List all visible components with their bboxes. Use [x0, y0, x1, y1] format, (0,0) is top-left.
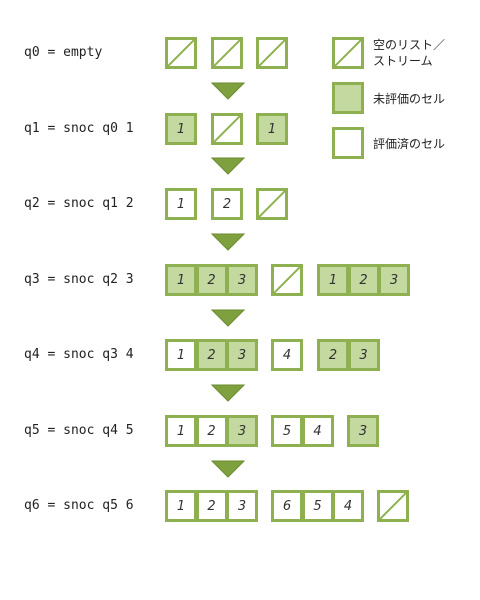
down-arrow-icon	[210, 233, 246, 255]
legend-empty-swatch	[332, 37, 364, 69]
cell-value: 3	[359, 347, 368, 363]
cell-value: 2	[207, 272, 216, 288]
row-label: q0 = empty	[24, 45, 103, 60]
evaluated-cell: 6	[271, 490, 303, 522]
empty-stream-cell	[377, 490, 409, 522]
cell-value: 1	[328, 272, 338, 288]
row-label: q2 = snoc q1 2	[24, 196, 134, 211]
cell-value: 4	[313, 423, 322, 439]
row-label: q4 = snoc q3 4	[24, 347, 134, 362]
cell-value: 2	[207, 498, 216, 514]
down-arrow-icon	[210, 309, 246, 331]
evaluated-cell: 1	[165, 490, 197, 522]
cell-value: 6	[282, 498, 292, 514]
evaluated-cell: 2	[195, 490, 228, 522]
empty-slash-icon	[259, 191, 285, 217]
legend-unevaluated-swatch	[332, 82, 364, 114]
cell-value: 3	[237, 423, 247, 439]
unevaluated-cell: 1	[256, 113, 288, 145]
empty-stream-cell	[211, 113, 243, 145]
empty-stream-cell	[165, 37, 197, 69]
row-label: q3 = snoc q2 3	[24, 272, 134, 287]
cell-value: 1	[267, 121, 277, 137]
evaluated-cell: 3	[226, 490, 258, 522]
unevaluated-cell: 3	[226, 264, 258, 296]
empty-slash-icon	[274, 267, 300, 293]
cell-value: 3	[389, 272, 399, 288]
cell-value: 1	[176, 423, 186, 439]
cell-value: 1	[176, 347, 186, 363]
cell-value: 4	[282, 347, 292, 363]
unevaluated-cell: 3	[347, 339, 380, 371]
empty-slash-icon	[259, 40, 285, 66]
evaluated-cell: 1	[165, 415, 197, 447]
row-label: q6 = snoc q5 6	[24, 498, 134, 513]
evaluated-cell: 4	[271, 339, 303, 371]
cell-value: 2	[207, 423, 216, 439]
down-arrow-icon	[210, 157, 246, 179]
evaluated-cell: 5	[271, 415, 303, 447]
down-arrow-icon	[210, 384, 246, 406]
empty-slash-icon	[334, 39, 362, 67]
empty-stream-cell	[211, 37, 243, 69]
cell-value: 3	[237, 272, 247, 288]
unevaluated-cell: 3	[347, 415, 379, 447]
down-arrow-icon	[210, 460, 246, 482]
cell-value: 3	[237, 347, 247, 363]
cell-value: 5	[313, 498, 322, 514]
empty-slash-icon	[214, 40, 240, 66]
cell-value: 1	[176, 196, 186, 212]
evaluated-cell: 2	[211, 188, 243, 220]
cell-value: 2	[207, 347, 216, 363]
evaluated-cell: 5	[301, 490, 334, 522]
unevaluated-cell: 3	[226, 415, 258, 447]
evaluated-cell: 2	[195, 415, 228, 447]
unevaluated-cell: 1	[165, 113, 197, 145]
cell-value: 2	[328, 347, 338, 363]
evaluated-cell: 1	[165, 188, 197, 220]
unevaluated-cell: 1	[317, 264, 349, 296]
cell-value: 2	[222, 196, 232, 212]
legend-empty-label: 空のリスト／ ストリーム	[373, 38, 446, 68]
unevaluated-cell: 3	[226, 339, 258, 371]
down-arrow-icon	[210, 82, 246, 104]
unevaluated-cell: 2	[347, 264, 380, 296]
cell-value: 1	[176, 272, 186, 288]
legend-unevaluated-label: 未評価のセル	[373, 92, 446, 106]
row-label: q5 = snoc q4 5	[24, 423, 134, 438]
unevaluated-cell: 1	[165, 264, 197, 296]
empty-slash-icon	[168, 40, 194, 66]
legend-evaluated-swatch	[332, 127, 364, 159]
cell-value: 3	[237, 498, 247, 514]
empty-slash-icon	[214, 116, 240, 142]
empty-stream-cell	[271, 264, 303, 296]
cell-value: 1	[176, 498, 186, 514]
unevaluated-cell: 2	[195, 339, 228, 371]
evaluated-cell: 4	[301, 415, 334, 447]
legend-evaluated-label: 評価済のセル	[373, 137, 446, 151]
row-label: q1 = snoc q0 1	[24, 121, 134, 136]
evaluated-cell: 4	[332, 490, 364, 522]
cell-value: 3	[358, 423, 368, 439]
cell-value: 5	[282, 423, 292, 439]
unevaluated-cell: 2	[317, 339, 349, 371]
queue-diagram: q0 = empty q1 = snoc q0 1 1 1 q2 = snoc q1 2…	[0, 0, 480, 600]
cell-value: 2	[359, 272, 368, 288]
unevaluated-cell: 2	[195, 264, 228, 296]
cell-value: 4	[343, 498, 353, 514]
cell-value: 1	[176, 121, 186, 137]
empty-slash-icon	[380, 493, 406, 519]
empty-stream-cell	[256, 188, 288, 220]
empty-stream-cell	[256, 37, 288, 69]
unevaluated-cell: 3	[378, 264, 410, 296]
evaluated-cell: 1	[165, 339, 197, 371]
